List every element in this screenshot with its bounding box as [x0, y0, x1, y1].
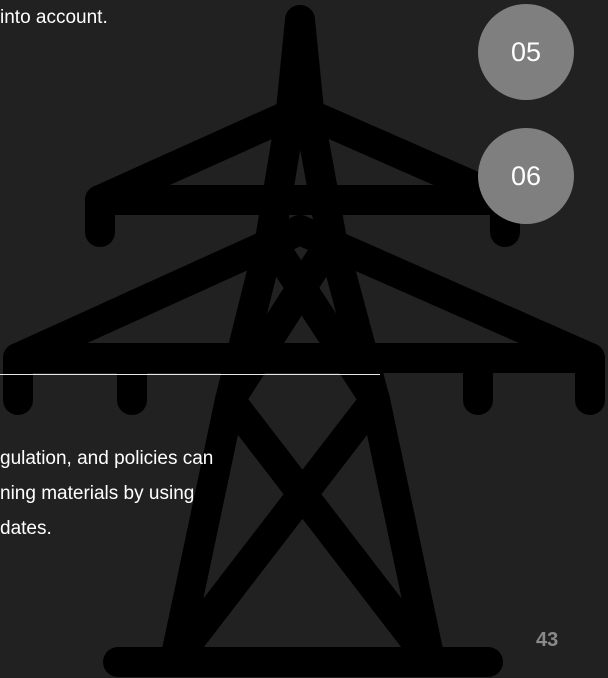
step-badge-06: 06 [478, 128, 574, 224]
body-text-line-4: dates. [0, 518, 52, 539]
body-text-line-3: ning materials by using [0, 483, 195, 504]
step-badge-05: 05 [478, 4, 574, 100]
power-pylon-icon [3, 5, 605, 677]
page-number: 43 [536, 629, 559, 651]
body-text-line-2: gulation, and policies can [0, 448, 214, 469]
divider [0, 374, 380, 375]
body-text-line-1: into account. [0, 7, 108, 28]
